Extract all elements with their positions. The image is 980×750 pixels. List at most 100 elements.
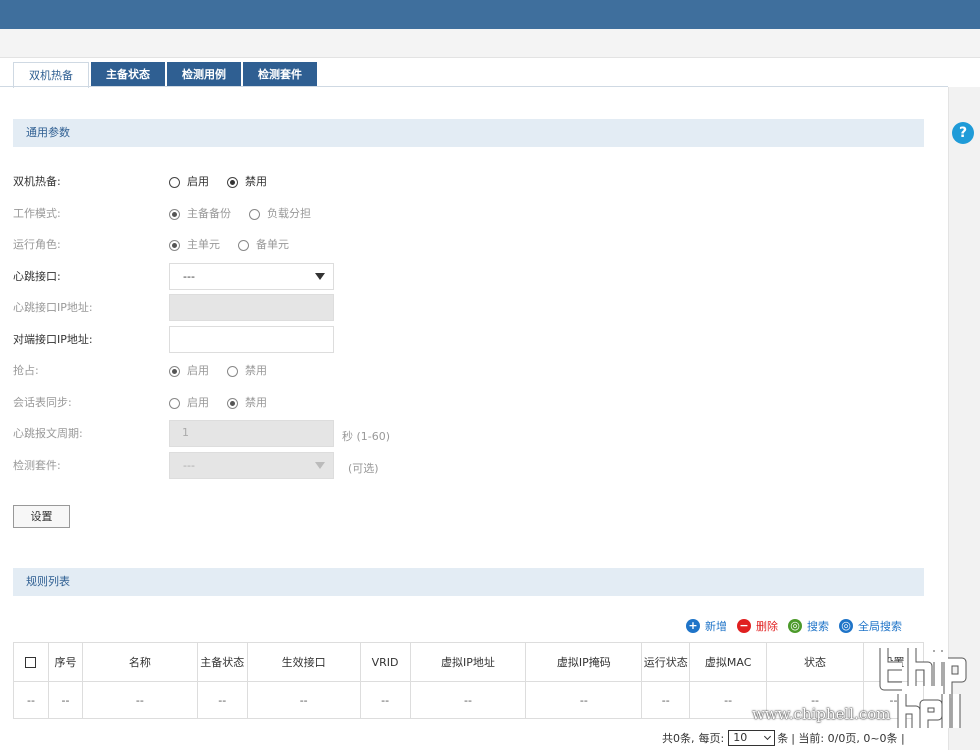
run-role-backup-radio: 备单元	[238, 235, 289, 255]
section-rule-list: 规则列表	[13, 568, 924, 596]
preempt-options: 启用 禁用	[169, 361, 285, 381]
caret-down-icon	[315, 273, 325, 280]
radio-checked-icon	[169, 208, 180, 220]
pager-total: 共0条,	[662, 732, 695, 745]
heartbeat-iface-value: ---	[183, 270, 195, 283]
col-run-status: 运行状态	[641, 642, 691, 682]
detect-suite-label: 检测套件:	[13, 459, 61, 472]
add-label: 新增	[705, 620, 727, 633]
tab-hot-standby[interactable]: 双机热备	[13, 62, 89, 88]
watermark-text: www.chiphell.com	[752, 705, 891, 723]
minus-icon: −	[737, 619, 751, 633]
session-sync-enable-radio: 启用	[169, 393, 209, 413]
col-virtual-ip: 虚拟IP地址	[409, 642, 527, 682]
caret-down-icon	[315, 462, 325, 469]
chevron-down-icon	[764, 732, 772, 741]
pager-per-page-label: 每页:	[698, 732, 725, 745]
hot-standby-options: 启用 禁用	[169, 172, 285, 192]
tab-detect-suite[interactable]: 检测套件	[243, 62, 317, 87]
select-all-header	[13, 642, 49, 682]
detect-suite-hint: (可选)	[348, 462, 379, 475]
run-role-label: 运行角色:	[13, 238, 61, 251]
heartbeat-iface-label: 心跳接口:	[13, 270, 61, 283]
work-mode-label: 工作模式:	[13, 207, 61, 220]
table-cell: --	[13, 681, 49, 719]
heartbeat-iface-select[interactable]: ---	[169, 263, 334, 290]
global-search-button[interactable]: ◎ 全局搜索	[839, 618, 902, 634]
col-name: 名称	[81, 642, 198, 682]
delete-label: 删除	[756, 620, 778, 633]
search-label: 搜索	[807, 620, 829, 633]
heartbeat-period-label: 心跳报文周期:	[13, 427, 83, 440]
row-session-sync: 会话表同步: 启用 禁用	[13, 393, 513, 413]
hot-standby-label: 双机热备:	[13, 175, 61, 188]
search-button[interactable]: ◎ 搜索	[788, 618, 829, 634]
preempt-enable-radio: 启用	[169, 361, 209, 381]
radio-checked-icon	[227, 397, 238, 409]
session-sync-options: 启用 禁用	[169, 393, 285, 413]
radio-icon	[169, 176, 180, 188]
heartbeat-period-hint: 秒 (1-60)	[342, 430, 391, 443]
table-cell: --	[81, 681, 198, 719]
table-cell: --	[246, 681, 361, 719]
radio-icon	[249, 208, 260, 220]
global-search-icon: ◎	[839, 619, 853, 633]
table-cell: --	[525, 681, 643, 719]
heartbeat-ip-input	[169, 294, 334, 321]
preempt-label: 抢占:	[13, 364, 39, 377]
run-role-master-radio: 主单元	[169, 235, 220, 255]
tab-master-status[interactable]: 主备状态	[91, 62, 165, 87]
table-cell: --	[359, 681, 411, 719]
tab-divider	[0, 86, 948, 87]
add-button[interactable]: + 新增	[686, 618, 727, 634]
sub-header-bar	[0, 29, 980, 58]
session-sync-disable-radio: 禁用	[227, 393, 267, 413]
work-mode-options: 主备备份 负载分担	[169, 204, 329, 224]
heartbeat-period-value: 1	[182, 426, 189, 439]
select-all-checkbox[interactable]	[25, 657, 37, 668]
row-hot-standby: 双机热备: 启用 禁用	[13, 172, 513, 192]
set-button[interactable]: 设置	[13, 505, 70, 528]
heartbeat-period-input: 1	[169, 420, 334, 447]
plus-icon: +	[686, 619, 700, 633]
radio-icon	[227, 365, 238, 377]
work-mode-load-share-radio: 负载分担	[249, 204, 311, 224]
detect-suite-value: ---	[183, 459, 195, 472]
col-effective-iface: 生效接口	[246, 642, 361, 682]
tab-detect-cases[interactable]: 检测用例	[167, 62, 241, 87]
preempt-disable-radio: 禁用	[227, 361, 267, 381]
row-preempt: 抢占: 启用 禁用	[13, 361, 513, 381]
hot-standby-disable-radio[interactable]: 禁用	[227, 172, 267, 192]
detect-suite-select: ---	[169, 452, 334, 479]
row-work-mode: 工作模式: 主备备份 负载分担	[13, 204, 513, 224]
row-run-role: 运行角色: 主单元 备单元	[13, 235, 513, 255]
col-index: 序号	[47, 642, 83, 682]
top-header-bar	[0, 0, 980, 29]
peer-ip-label: 对端接口IP地址:	[13, 333, 93, 346]
radio-checked-icon	[169, 239, 180, 251]
table-cell: --	[47, 681, 83, 719]
col-virtual-mask: 虚拟IP掩码	[525, 642, 643, 682]
run-role-options: 主单元 备单元	[169, 235, 307, 255]
col-master-status: 主备状态	[196, 642, 248, 682]
peer-ip-input[interactable]	[169, 326, 334, 353]
table-cell: --	[196, 681, 248, 719]
help-icon[interactable]: ?	[952, 122, 974, 144]
delete-button[interactable]: − 删除	[737, 618, 778, 634]
radio-checked-icon	[169, 365, 180, 377]
session-sync-label: 会话表同步:	[13, 396, 72, 409]
radio-icon	[169, 397, 180, 409]
rule-toolbar: + 新增 − 删除 ◎ 搜索 ◎ 全局搜索	[686, 617, 902, 635]
table-cell: --	[641, 681, 691, 719]
hot-standby-enable-radio[interactable]: 启用	[169, 172, 209, 192]
section-general-params: 通用参数	[13, 119, 924, 147]
radio-icon	[238, 239, 249, 251]
search-icon: ◎	[788, 619, 802, 633]
work-mode-master-backup-radio: 主备备份	[169, 204, 231, 224]
global-search-label: 全局搜索	[858, 620, 902, 633]
radio-checked-icon	[227, 176, 238, 188]
col-vrid: VRID	[359, 642, 411, 682]
per-page-value: 10	[733, 731, 748, 744]
tab-bar: 双机热备 主备状态 检测用例 检测套件	[13, 62, 319, 88]
table-cell: --	[409, 681, 527, 719]
